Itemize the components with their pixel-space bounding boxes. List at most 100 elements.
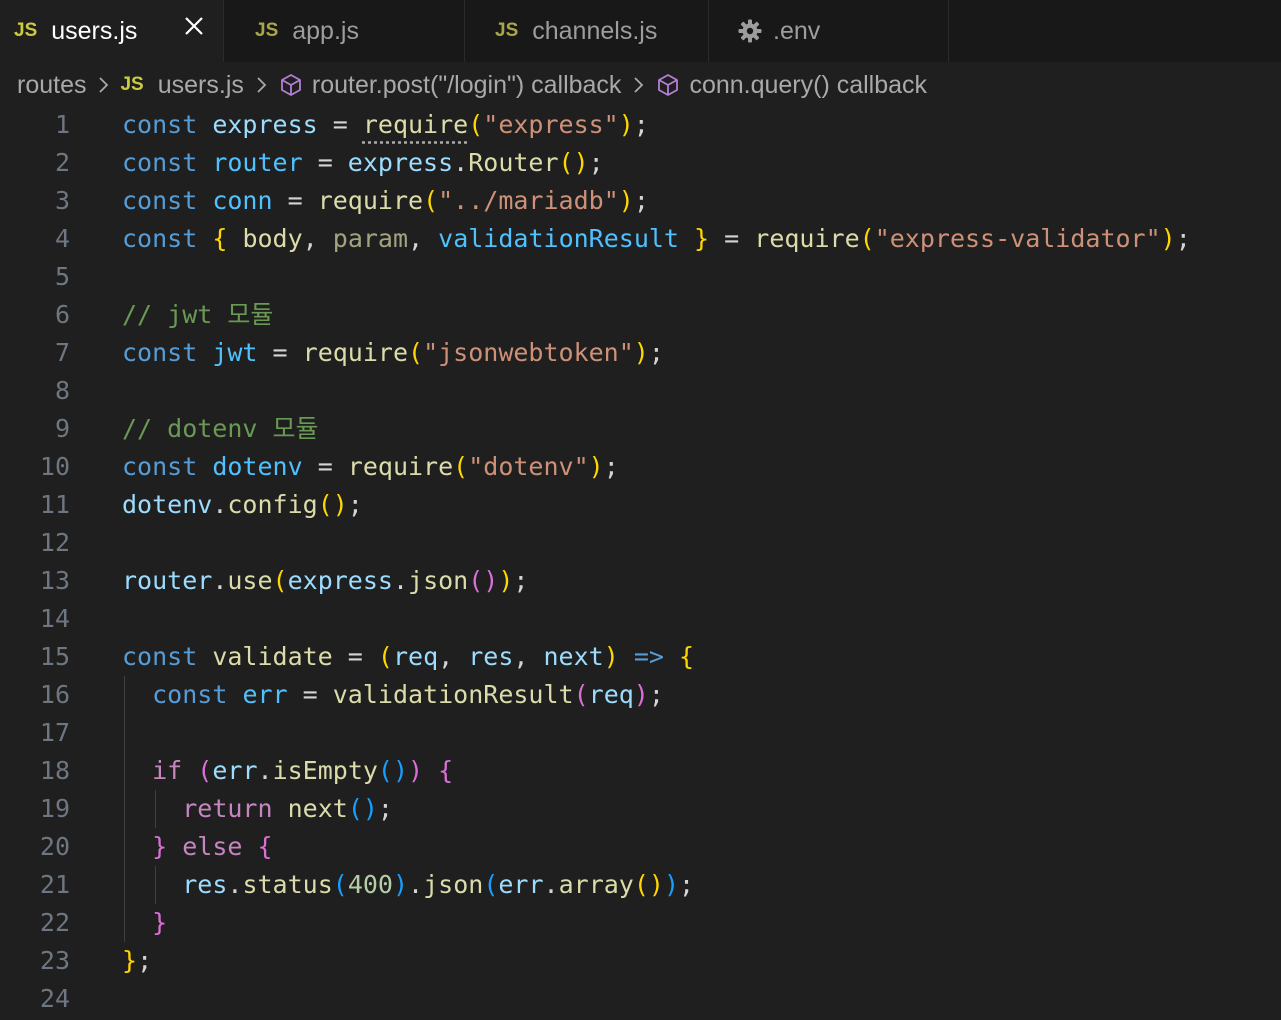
code-line[interactable]: 2 const router = express.Router(); xyxy=(0,144,1281,182)
code-token: const xyxy=(122,110,198,139)
code-token: ( xyxy=(859,224,875,253)
code-line[interactable]: 5 xyxy=(0,258,1281,296)
code-line[interactable]: 14 xyxy=(0,600,1281,638)
code-token: dotenv xyxy=(122,490,213,519)
breadcrumb-symbol[interactable]: router.post("/login") callback xyxy=(312,71,622,100)
code-line[interactable]: 21 res.status(400).json(err.array()); xyxy=(0,866,1281,904)
code-token: return xyxy=(182,794,273,823)
code-token: . xyxy=(392,566,409,595)
code-line[interactable]: 7 const jwt = require("jsonwebtoken"); xyxy=(0,334,1281,372)
code-text: const router = express.Router(); xyxy=(122,144,604,182)
line-number: 14 xyxy=(39,604,70,633)
code-token: array xyxy=(558,870,634,899)
code-text: return next(); xyxy=(122,790,393,828)
code-token: else xyxy=(182,832,243,861)
code-token: () xyxy=(317,490,348,519)
code-token: ; xyxy=(603,452,619,481)
code-token: ; xyxy=(377,794,393,823)
code-token: = xyxy=(302,148,348,177)
code-line[interactable]: 15 const validate = (req, res, next) => { xyxy=(0,638,1281,676)
code-line[interactable]: 12 xyxy=(0,524,1281,562)
code-token: Router xyxy=(468,148,559,177)
code-line[interactable]: 23}; xyxy=(0,942,1281,980)
code-token: . xyxy=(257,756,273,785)
code-token: ; xyxy=(648,680,664,709)
code-token: ; xyxy=(1175,224,1191,253)
code-token: () xyxy=(377,756,409,785)
code-token: // jwt 모듈 xyxy=(122,300,274,329)
code-text: const jwt = require("jsonwebtoken"); xyxy=(122,334,664,372)
js-file-icon: JS xyxy=(255,20,279,41)
code-line[interactable]: 20 } else { xyxy=(0,828,1281,866)
breadcrumb-file[interactable]: users.js xyxy=(158,71,244,100)
code-token: const xyxy=(122,338,198,367)
code-line[interactable]: 13 router.use(express.json()); xyxy=(0,562,1281,600)
code-token: ( xyxy=(408,338,424,367)
code-token: () xyxy=(633,870,664,899)
tab-label: channels.js xyxy=(532,16,658,45)
code-token: , xyxy=(302,224,333,253)
code-line[interactable]: 11 dotenv.config(); xyxy=(0,486,1281,524)
line-number: 7 xyxy=(54,338,70,367)
code-token: = xyxy=(332,642,378,671)
code-line[interactable]: 22 } xyxy=(0,904,1281,942)
line-number: 17 xyxy=(39,718,70,747)
code-line[interactable]: 18 if (err.isEmpty()) { xyxy=(0,752,1281,790)
code-line[interactable]: 1 const express = require("express"); xyxy=(0,106,1281,144)
tab-app-js[interactable]: JS app.js xyxy=(224,0,465,62)
code-token: conn xyxy=(212,186,273,215)
code-token: . xyxy=(212,566,228,595)
code-line[interactable]: 24 xyxy=(0,980,1281,1018)
code-token: "express" xyxy=(483,110,619,139)
code-line[interactable]: 17 xyxy=(0,714,1281,752)
code-token: . xyxy=(227,870,243,899)
tab-channels-js[interactable]: JS channels.js xyxy=(465,0,709,62)
code-token: } xyxy=(122,946,138,975)
code-token: } xyxy=(694,224,710,253)
code-token: express xyxy=(287,566,393,595)
code-line[interactable]: 6 // jwt 모듈 xyxy=(0,296,1281,334)
code-line[interactable]: 10 const dotenv = require("dotenv"); xyxy=(0,448,1281,486)
breadcrumb-symbol[interactable]: conn.query() callback xyxy=(689,71,927,100)
code-text: dotenv.config(); xyxy=(122,486,363,524)
code-token: ) xyxy=(408,756,424,785)
code-token: , xyxy=(438,642,469,671)
code-token: const xyxy=(122,452,198,481)
code-editor[interactable]: 1 const express = require("express"); 2 con… xyxy=(0,106,1281,1020)
line-number: 9 xyxy=(54,414,70,443)
code-token: } xyxy=(152,832,168,861)
code-token: require xyxy=(302,338,408,367)
line-number: 22 xyxy=(39,908,70,937)
code-line[interactable]: 9 // dotenv 모듈 xyxy=(0,410,1281,448)
code-line[interactable]: 16 const err = validationResult(req); xyxy=(0,676,1281,714)
chevron-right-icon xyxy=(257,77,267,93)
code-line[interactable]: 3 const conn = require("../mariadb"); xyxy=(0,182,1281,220)
code-token: = xyxy=(302,452,348,481)
code-token: err xyxy=(242,680,288,709)
code-line[interactable]: 8 xyxy=(0,372,1281,410)
js-file-icon: JS xyxy=(14,20,38,41)
breadcrumb-folder[interactable]: routes xyxy=(17,71,86,100)
code-token: res xyxy=(182,870,228,899)
code-token: = xyxy=(272,186,318,215)
tab-env[interactable]: .env xyxy=(709,0,949,62)
tab-users-js[interactable]: JS users.js xyxy=(0,0,224,62)
code-line[interactable]: 19 return next(); xyxy=(0,790,1281,828)
code-token: next xyxy=(543,642,604,671)
code-line[interactable]: 4 const { body, param, validationResult }… xyxy=(0,220,1281,258)
code-text: } else { xyxy=(122,828,272,866)
code-token: ) xyxy=(498,566,514,595)
close-icon[interactable] xyxy=(181,13,207,39)
line-number: 1 xyxy=(54,110,70,139)
tab-label: app.js xyxy=(292,16,359,45)
code-token: "../mariadb" xyxy=(438,186,619,215)
code-token: ; xyxy=(137,946,153,975)
code-token: require xyxy=(754,224,860,253)
